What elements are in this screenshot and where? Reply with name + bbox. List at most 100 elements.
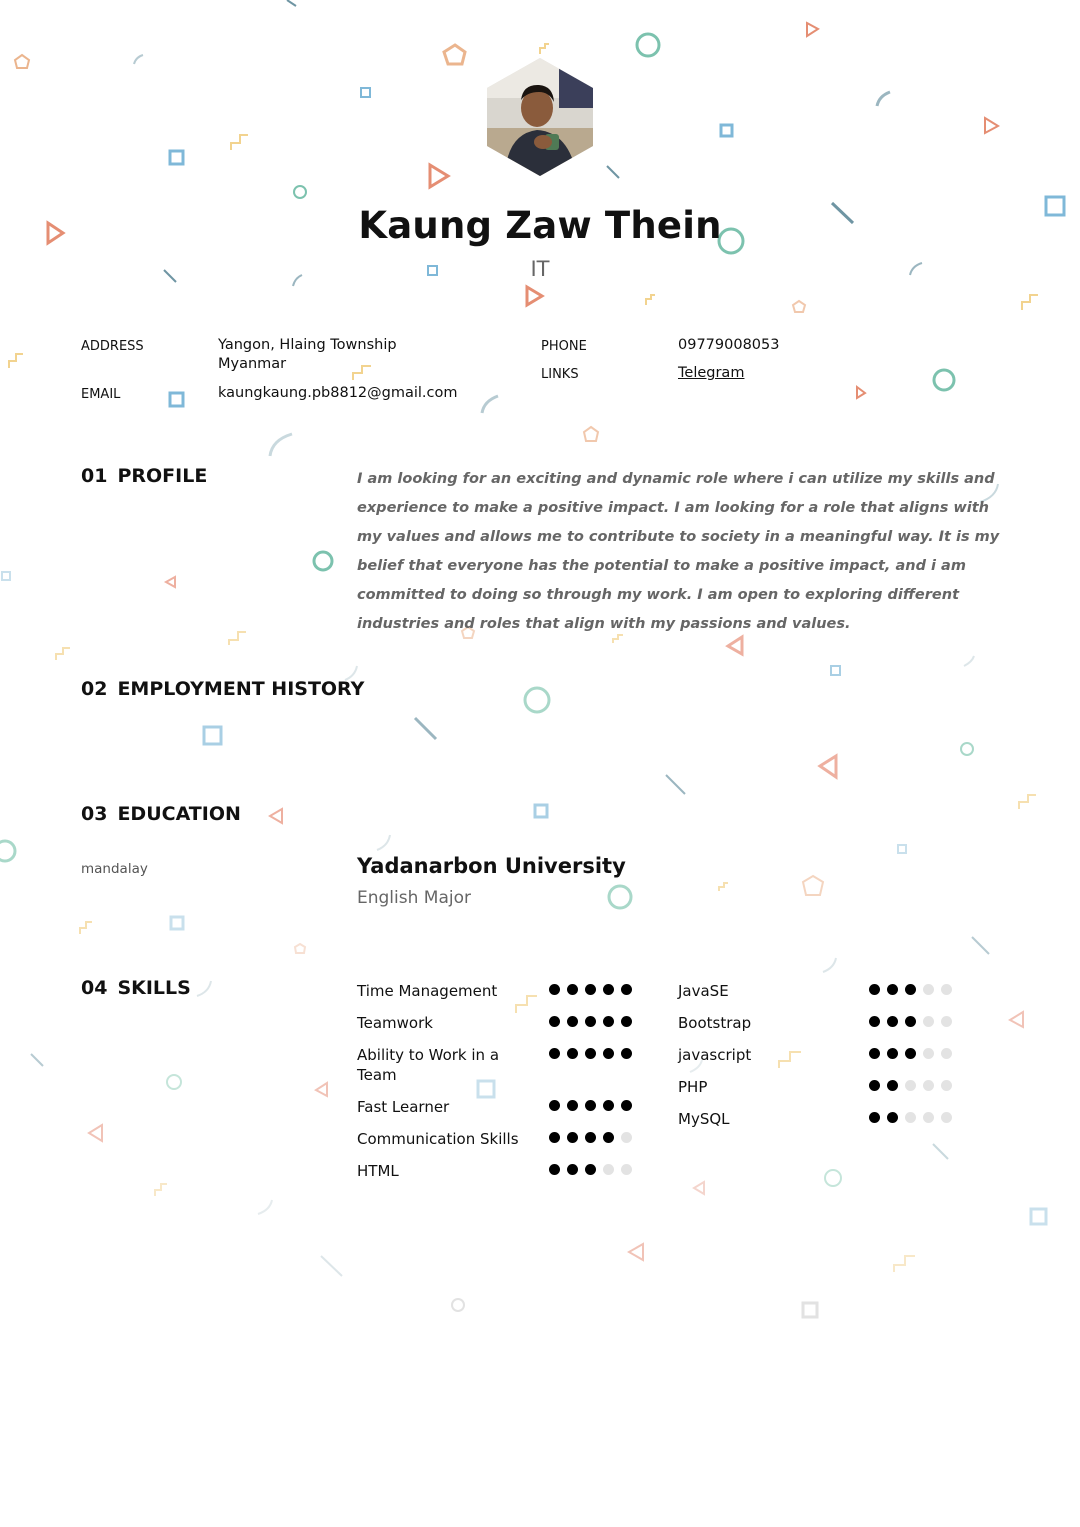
skill-dot-filled (567, 1016, 578, 1027)
skill-dot-empty (621, 1132, 632, 1143)
skill-level-dots (549, 1016, 639, 1027)
skill-dot-filled (549, 1164, 560, 1175)
skill-dot-empty (941, 984, 952, 995)
skills-list-right: JavaSE Bootstrap javascript PHP MySQL (678, 981, 958, 1141)
skill-dot-empty (923, 1080, 934, 1091)
skill-row: Bootstrap (678, 1013, 958, 1033)
skill-name: Ability to Work in a Team (357, 1046, 500, 1084)
skill-name: Bootstrap (678, 1014, 752, 1032)
skill-dot-filled (549, 984, 560, 995)
links-label: LINKS (541, 367, 579, 382)
skill-name: Time Management (357, 982, 498, 1000)
skill-dot-filled (585, 1132, 596, 1143)
address-line-2: Myanmar (218, 356, 287, 372)
section-number: 03 (81, 803, 108, 825)
telegram-link[interactable]: Telegram (678, 364, 744, 383)
education-school: Yadanarbon University (357, 854, 626, 878)
skill-dot-empty (923, 1112, 934, 1123)
phone-label: PHONE (541, 339, 587, 354)
address-line-1: Yangon, Hlaing Township (218, 337, 397, 353)
skill-dot-filled (621, 1016, 632, 1027)
skill-dot-filled (905, 1016, 916, 1027)
skill-name: javascript (678, 1046, 752, 1064)
skill-dot-filled (621, 1048, 632, 1059)
skill-dot-filled (887, 1112, 898, 1123)
skill-dot-filled (905, 984, 916, 995)
resume-page: Kaung Zaw Thein IT ADDRESS Yangon, Hlain… (0, 0, 1080, 1527)
section-number: 02 (81, 678, 108, 700)
skill-level-dots (869, 1080, 959, 1091)
skill-level-dots (869, 1016, 959, 1027)
skill-row: Teamwork (357, 1013, 637, 1033)
section-label: EMPLOYMENT HISTORY (117, 678, 365, 700)
section-education-title: 03 EDUCATION (81, 803, 241, 825)
skill-row: Ability to Work in a Team (357, 1045, 637, 1085)
skill-dot-empty (923, 984, 934, 995)
skill-row: PHP (678, 1077, 958, 1097)
education-degree: English Major (357, 888, 471, 908)
skill-dot-empty (941, 1048, 952, 1059)
skill-row: javascript (678, 1045, 958, 1065)
skill-row: Time Management (357, 981, 637, 1001)
skills-list-left: Time Management Teamwork Ability to Work i… (357, 981, 637, 1193)
skill-level-dots (869, 984, 959, 995)
skill-dot-empty (941, 1016, 952, 1027)
skill-dot-empty (923, 1048, 934, 1059)
skill-dot-filled (585, 984, 596, 995)
skill-dot-filled (869, 1048, 880, 1059)
skill-row: MySQL (678, 1109, 958, 1129)
skill-dot-filled (603, 1132, 614, 1143)
skill-dot-filled (585, 1048, 596, 1059)
email-label: EMAIL (81, 387, 121, 402)
section-number: 04 (81, 977, 108, 999)
skill-dot-filled (869, 984, 880, 995)
skill-dot-filled (869, 1112, 880, 1123)
skill-dot-filled (585, 1016, 596, 1027)
skill-level-dots (549, 1048, 639, 1059)
profile-summary: I am looking for an exciting and dynamic… (357, 471, 1000, 632)
skill-level-dots (549, 1164, 639, 1175)
job-title: IT (530, 257, 550, 281)
email-value[interactable]: kaungkaung.pb8812@gmail.com (218, 384, 458, 403)
skill-name: Teamwork (357, 1014, 433, 1032)
skill-dot-filled (567, 984, 578, 995)
skill-level-dots (549, 1100, 639, 1111)
skill-dot-filled (567, 1132, 578, 1143)
section-label: SKILLS (117, 977, 191, 999)
skill-dot-filled (621, 984, 632, 995)
section-skills-title: 04 SKILLS (81, 977, 191, 999)
skill-name: HTML (357, 1162, 399, 1180)
skill-name: Fast Learner (357, 1098, 450, 1116)
skill-dot-filled (603, 1048, 614, 1059)
skill-dot-filled (549, 1132, 560, 1143)
skill-dot-filled (603, 1100, 614, 1111)
section-employment-title: 02 EMPLOYMENT HISTORY (81, 678, 364, 700)
skill-level-dots (549, 984, 639, 995)
skill-dot-filled (869, 1016, 880, 1027)
skill-dot-filled (887, 984, 898, 995)
skill-dot-filled (905, 1048, 916, 1059)
skill-dot-empty (905, 1080, 916, 1091)
skill-dot-filled (549, 1016, 560, 1027)
skill-dot-empty (941, 1112, 952, 1123)
skill-dot-empty (905, 1112, 916, 1123)
skill-dot-filled (603, 1016, 614, 1027)
skill-dot-filled (585, 1100, 596, 1111)
section-profile-title: 01 PROFILE (81, 465, 207, 487)
skill-level-dots (869, 1048, 959, 1059)
skill-level-dots (869, 1112, 959, 1123)
skill-dot-filled (549, 1100, 560, 1111)
address-label: ADDRESS (81, 339, 144, 354)
skill-row: JavaSE (678, 981, 958, 1001)
skill-dot-empty (923, 1016, 934, 1027)
skill-dot-filled (603, 984, 614, 995)
skill-dot-filled (567, 1164, 578, 1175)
skill-name: PHP (678, 1078, 708, 1096)
profile-photo (487, 58, 593, 176)
skill-row: Fast Learner (357, 1097, 637, 1117)
skill-dot-filled (567, 1048, 578, 1059)
section-label: PROFILE (117, 465, 208, 487)
skill-name: JavaSE (678, 982, 729, 1000)
skill-dot-empty (941, 1080, 952, 1091)
skill-row: Communication Skills (357, 1129, 637, 1149)
